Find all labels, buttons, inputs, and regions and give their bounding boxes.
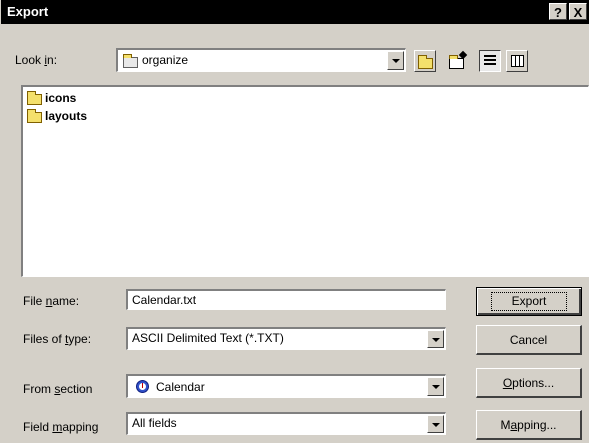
options-button-label: Options... — [502, 376, 555, 390]
file-name-input[interactable]: Calendar.txt — [126, 289, 446, 310]
file-type-label: Files of type: — [23, 332, 92, 346]
file-list[interactable]: icons layouts — [21, 85, 589, 277]
details-view-button[interactable] — [506, 50, 528, 72]
field-mapping-dropdown-button[interactable] — [427, 415, 444, 433]
up-folder-icon — [418, 55, 433, 69]
list-item[interactable]: icons — [25, 91, 125, 107]
details-view-icon — [511, 55, 524, 67]
list-view-icon — [484, 55, 496, 67]
file-name-label: File name: — [23, 294, 80, 308]
mapping-button-label: Mapping... — [500, 418, 557, 432]
chevron-down-icon — [432, 385, 440, 389]
export-button-label: Export — [490, 292, 568, 311]
export-dialog: Export ? X Look in: organize icons layou… — [0, 0, 589, 443]
file-name-value: Calendar.txt — [132, 293, 197, 307]
look-in-value: organize — [142, 53, 189, 67]
folder-name: icons — [45, 91, 77, 105]
options-button[interactable]: Options... — [476, 368, 582, 398]
file-type-dropdown-button[interactable] — [427, 330, 444, 348]
help-button[interactable]: ? — [549, 3, 567, 20]
cancel-button[interactable]: Cancel — [476, 325, 582, 355]
from-section-value: Calendar — [156, 380, 205, 394]
folder-icon — [27, 109, 42, 123]
look-in-dropdown[interactable]: organize — [116, 48, 406, 72]
look-in-dropdown-button[interactable] — [387, 51, 404, 70]
folder-icon — [27, 91, 42, 105]
export-button[interactable]: Export — [476, 287, 582, 316]
title-bar[interactable]: Export ? X — [1, 0, 589, 24]
chevron-down-icon — [392, 59, 400, 63]
field-mapping-label: Field mapping — [23, 420, 99, 434]
field-mapping-dropdown[interactable]: All fields — [126, 412, 446, 435]
new-folder-icon — [449, 55, 464, 69]
from-section-dropdown-button[interactable] — [427, 377, 444, 396]
field-mapping-value: All fields — [132, 416, 177, 430]
up-one-level-button[interactable] — [414, 50, 436, 72]
from-section-label: From section — [23, 382, 93, 396]
file-type-value: ASCII Delimited Text (*.TXT) — [132, 331, 284, 345]
look-in-label: Look in: — [15, 53, 58, 67]
cancel-button-label: Cancel — [509, 333, 548, 347]
list-item[interactable]: layouts — [25, 109, 125, 125]
chevron-down-icon — [432, 338, 440, 342]
close-button[interactable]: X — [569, 3, 587, 20]
mapping-button[interactable]: Mapping... — [476, 410, 582, 440]
file-type-dropdown[interactable]: ASCII Delimited Text (*.TXT) — [126, 327, 446, 350]
list-view-button[interactable] — [479, 50, 501, 72]
new-folder-button[interactable] — [446, 50, 468, 72]
chevron-down-icon — [432, 423, 440, 427]
from-section-dropdown[interactable]: Calendar — [126, 374, 446, 398]
calendar-clock-icon — [136, 380, 149, 393]
folder-name: layouts — [45, 109, 88, 123]
open-folder-icon — [123, 54, 138, 68]
window-title: Export — [7, 4, 49, 19]
